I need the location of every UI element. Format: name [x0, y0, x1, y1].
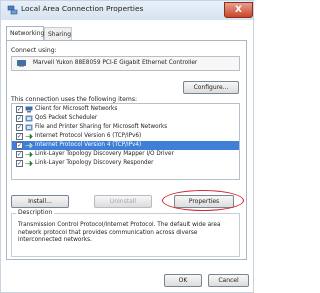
list-item-label: Link-Layer Topology Discovery Mapper I/O…	[35, 151, 174, 157]
title-bar[interactable]: Local Area Connection Properties X	[1, 1, 253, 20]
close-button[interactable]: X	[224, 2, 253, 18]
network-icon	[7, 5, 18, 15]
list-item-label: Link-Layer Topology Discovery Responder	[35, 160, 154, 166]
protocol-icon	[25, 151, 33, 158]
network-service-icon	[25, 115, 33, 122]
network-adapter-icon	[17, 60, 26, 67]
checkbox[interactable]: ✓	[16, 124, 23, 131]
list-item-file-printer-sharing[interactable]: ✓ File and Printer Sharing for Microsoft…	[12, 123, 239, 132]
list-item-label: Client for Microsoft Networks	[35, 106, 118, 112]
checkbox[interactable]: ✓	[16, 133, 23, 140]
ok-button[interactable]: OK	[164, 274, 202, 287]
adapter-field: Marvell Yukon 88E8059 PCI-E Gigabit Ethe…	[11, 56, 240, 71]
tab-sharing[interactable]: Sharing	[44, 27, 72, 40]
checkbox[interactable]: ✓	[16, 160, 23, 167]
description-group: Description Transmission Control Protoco…	[11, 209, 240, 257]
protocol-icon	[25, 160, 33, 167]
description-text: Transmission Control Protocol/Internet P…	[18, 222, 221, 243]
components-list[interactable]: ✓ Client for Microsoft Networks ✓ QoS Pa…	[11, 103, 240, 180]
network-client-icon	[25, 106, 33, 113]
connect-using-label: Connect using:	[11, 47, 57, 54]
items-label: This connection uses the following items…	[11, 96, 138, 103]
list-item-qos-scheduler[interactable]: ✓ QoS Packet Scheduler	[12, 114, 239, 123]
properties-dialog: Local Area Connection Properties X Netwo…	[0, 0, 254, 293]
install-button[interactable]: Install...	[11, 195, 69, 208]
list-item-client-ms-networks[interactable]: ✓ Client for Microsoft Networks	[12, 105, 239, 114]
protocol-icon	[25, 133, 33, 140]
adapter-name: Marvell Yukon 88E8059 PCI-E Gigabit Ethe…	[33, 60, 198, 66]
checkbox[interactable]: ✓	[16, 115, 23, 122]
properties-button[interactable]: Properties	[174, 195, 234, 208]
description-title: Description	[16, 209, 55, 216]
checkbox[interactable]: ✓	[16, 106, 23, 113]
list-item-label: File and Printer Sharing for Microsoft N…	[35, 124, 168, 130]
network-service-icon	[25, 124, 33, 131]
protocol-icon	[25, 142, 33, 149]
list-item-ipv4[interactable]: ✓ Internet Protocol Version 4 (TCP/IPv4)	[12, 141, 239, 150]
list-item-label: QoS Packet Scheduler	[35, 115, 98, 121]
list-item-label: Internet Protocol Version 4 (TCP/IPv4)	[35, 142, 142, 148]
checkbox[interactable]: ✓	[16, 151, 23, 158]
list-item-label: Internet Protocol Version 6 (TCP/IPv6)	[35, 133, 142, 139]
window-title: Local Area Connection Properties	[21, 4, 144, 13]
checkbox[interactable]: ✓	[16, 142, 23, 149]
list-item-ipv6[interactable]: ✓ Internet Protocol Version 6 (TCP/IPv6)	[12, 132, 239, 141]
configure-button[interactable]: Configure...	[183, 81, 239, 94]
list-item-lltd-responder[interactable]: ✓ Link-Layer Topology Discovery Responde…	[12, 159, 239, 168]
cancel-button[interactable]: Cancel	[208, 274, 249, 287]
uninstall-button: Uninstall	[94, 195, 152, 208]
list-item-lltd-mapper[interactable]: ✓ Link-Layer Topology Discovery Mapper I…	[12, 150, 239, 159]
tab-networking[interactable]: Networking	[6, 26, 44, 40]
